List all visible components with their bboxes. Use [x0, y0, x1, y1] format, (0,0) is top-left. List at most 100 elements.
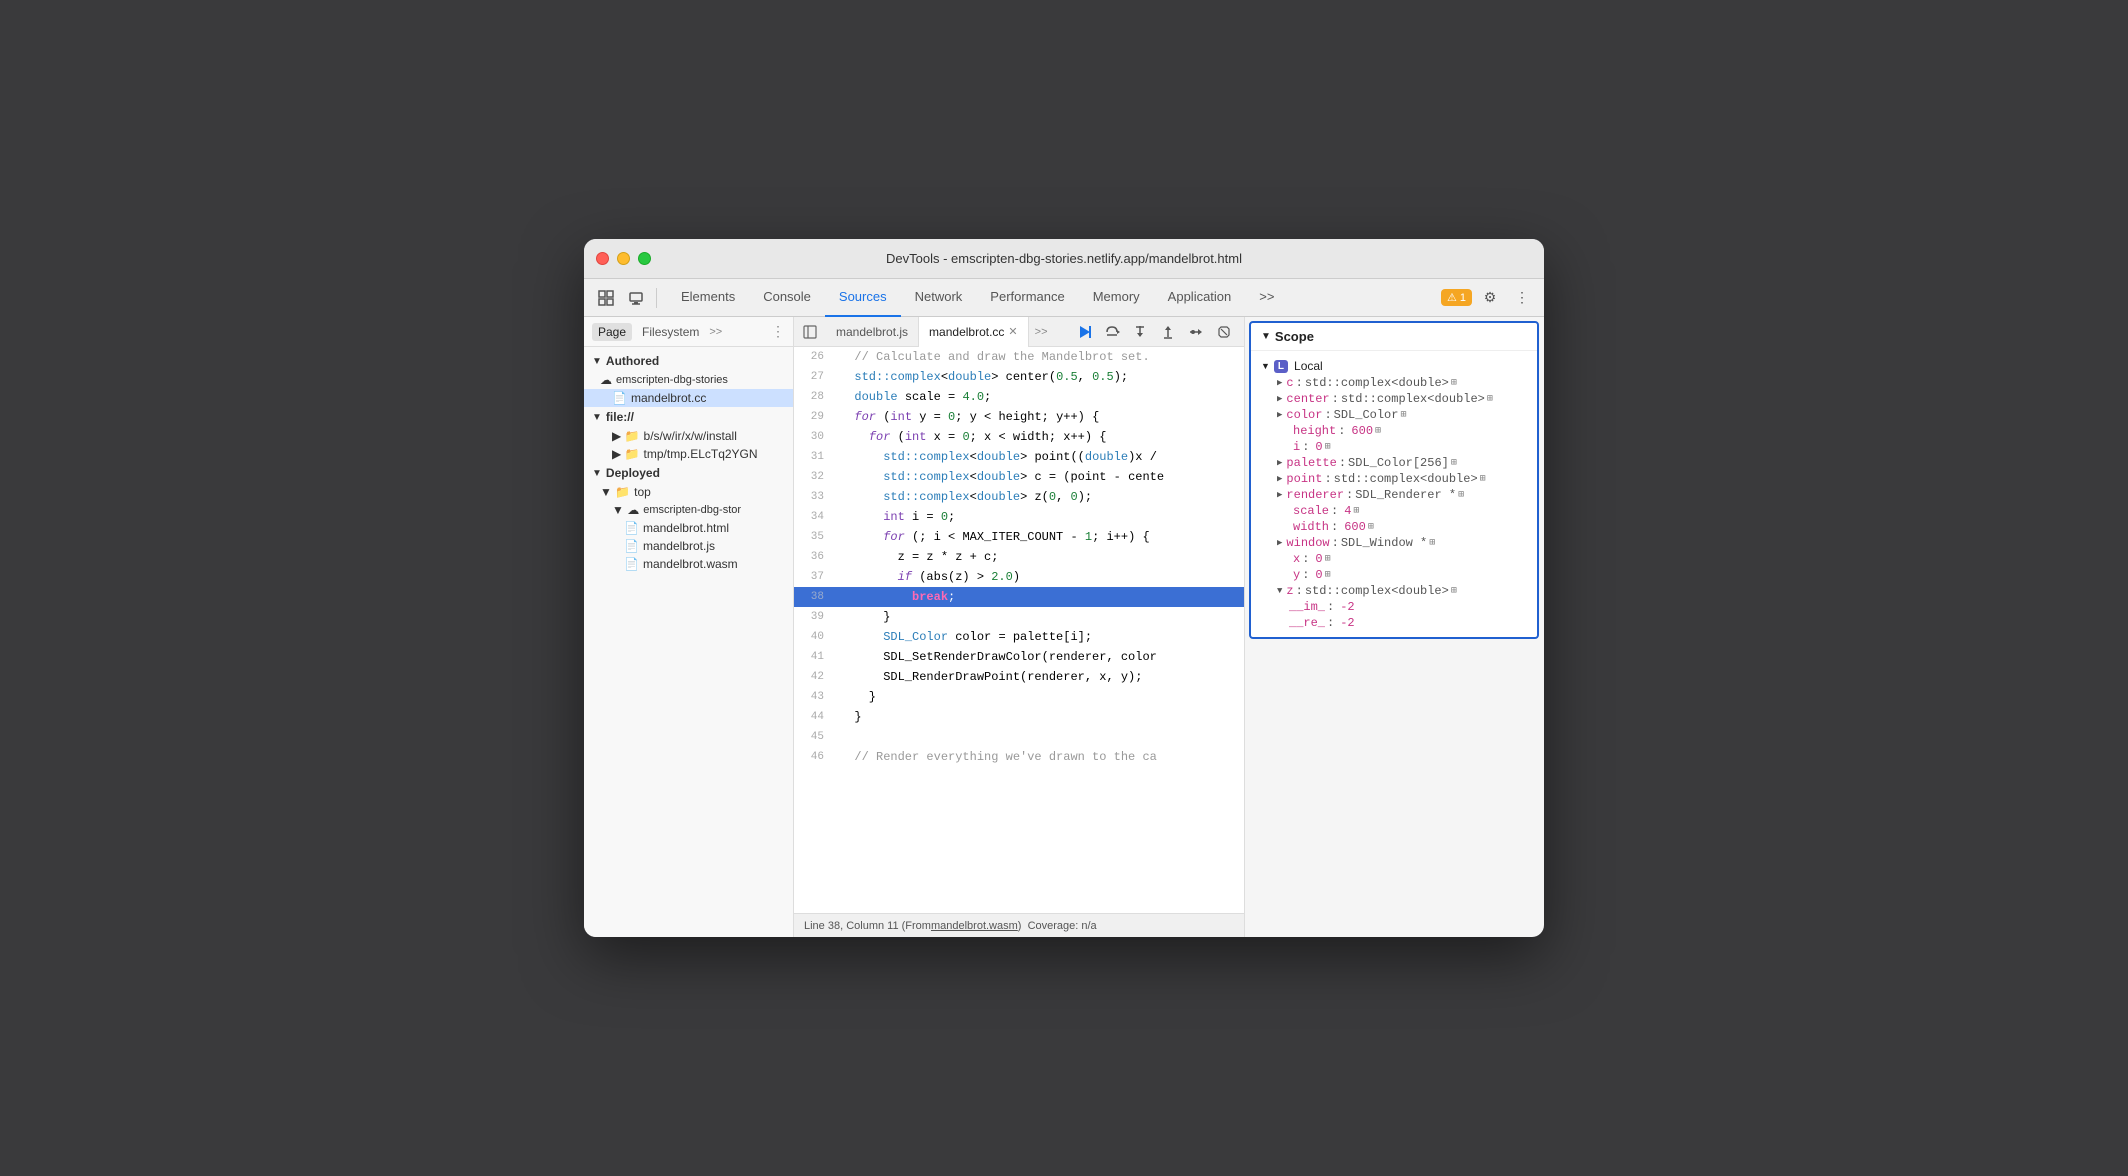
scope-var-x[interactable]: x: 0 ⊞	[1261, 551, 1527, 567]
tree-item-tmp[interactable]: ▶ 📁 tmp/tmp.ELcTq2YGN	[584, 445, 793, 463]
scope-var-y[interactable]: y: 0 ⊞	[1261, 567, 1527, 583]
minimize-button[interactable]	[617, 252, 630, 265]
tree-item-file-scheme[interactable]: ▼ file://	[584, 407, 793, 427]
panel-tab-filesystem[interactable]: Filesystem	[636, 323, 705, 341]
toolbar-right: ⚠ 1 ⚙ ⋮	[1441, 284, 1536, 312]
code-line-26: 26 // Calculate and draw the Mandelbrot …	[794, 347, 1244, 367]
scope-var-point[interactable]: ▶ point: std::complex<double> ⊞	[1261, 471, 1527, 487]
device-icon[interactable]	[622, 284, 650, 312]
scope-var-height[interactable]: height: 600 ⊞	[1261, 423, 1527, 439]
tree-item-emscripten-deployed[interactable]: ▼ ☁ emscripten-dbg-stor	[584, 501, 793, 519]
step-out-button[interactable]	[1156, 320, 1180, 344]
toggle-sidebar-button[interactable]	[796, 318, 824, 346]
scope-var-color[interactable]: ▶ color: SDL_Color ⊞	[1261, 407, 1527, 423]
expand-y-icon: ⊞	[1325, 569, 1331, 581]
expand-x-icon: ⊞	[1325, 553, 1331, 565]
warning-count: 1	[1460, 292, 1466, 304]
panel-tab-more[interactable]: >>	[709, 326, 722, 338]
tmp-label: tmp/tmp.ELcTq2YGN	[644, 447, 758, 461]
scope-var-c[interactable]: ▶ c: std::complex<double> ⊞	[1261, 375, 1527, 391]
scope-local-title[interactable]: ▼ L Local	[1261, 357, 1527, 375]
tree-item-mandelbrot-html[interactable]: 📄 mandelbrot.html	[584, 519, 793, 537]
expand-c-icon: ⊞	[1451, 377, 1457, 389]
expand-height-icon: ⊞	[1375, 425, 1381, 437]
traffic-lights	[596, 252, 651, 265]
section-authored[interactable]: ▼ Authored	[584, 351, 793, 371]
scope-var-z[interactable]: ▼ z: std::complex<double> ⊞	[1261, 583, 1527, 599]
tree-item-top[interactable]: ▼ 📁 top	[584, 483, 793, 501]
code-line-33: 33 std::complex<double> z(0, 0);	[794, 487, 1244, 507]
tree-item-bsw[interactable]: ▶ 📁 b/s/w/ir/x/w/install	[584, 427, 793, 445]
main-toolbar: Elements Console Sources Network Perform…	[584, 279, 1544, 317]
code-tab-more[interactable]: >>	[1029, 326, 1054, 338]
main-tabs: Elements Console Sources Network Perform…	[667, 279, 1288, 317]
tree-item-mandelbrot-cc[interactable]: 📄 mandelbrot.cc	[584, 389, 793, 407]
code-line-37: 37 if (abs(z) > 2.0)	[794, 567, 1244, 587]
tree-item-emscripten-cloud[interactable]: ☁ emscripten-dbg-stories	[584, 371, 793, 389]
tab-console[interactable]: Console	[749, 279, 825, 317]
scope-local-section: ▼ L Local ▶ c: std::complex<double> ⊞	[1251, 355, 1537, 633]
warning-badge[interactable]: ⚠ 1	[1441, 289, 1472, 306]
emscripten-deployed-label: emscripten-dbg-stor	[643, 504, 741, 516]
scope-var-scale[interactable]: scale: 4 ⊞	[1261, 503, 1527, 519]
status-bar: Line 38, Column 11 (From mandelbrot.wasm…	[794, 913, 1244, 937]
status-text: Line 38, Column 11 (From	[804, 920, 931, 932]
tab-network[interactable]: Network	[901, 279, 977, 317]
file-html-icon: 📄	[624, 521, 639, 535]
file-cc-icon: 📄	[612, 391, 627, 405]
deactivate-breakpoints-button[interactable]	[1212, 320, 1236, 344]
right-panel-wrapper: ▼ Scope ▼ L Local ▶ c: st	[1244, 317, 1544, 937]
code-area[interactable]: 26 // Calculate and draw the Mandelbrot …	[794, 347, 1244, 913]
scope-caret: ▼	[1261, 331, 1271, 342]
section-deployed[interactable]: ▼ Deployed	[584, 463, 793, 483]
scope-var-center[interactable]: ▶ center: std::complex<double> ⊞	[1261, 391, 1527, 407]
step-button[interactable]	[1184, 320, 1208, 344]
tab-elements[interactable]: Elements	[667, 279, 749, 317]
tab-application[interactable]: Application	[1154, 279, 1246, 317]
tab-js-label: mandelbrot.js	[836, 325, 908, 339]
panel-more-options[interactable]: ⋮	[771, 323, 785, 340]
settings-icon[interactable]: ⚙	[1476, 284, 1504, 312]
scope-var-z-im[interactable]: __im_: -2	[1261, 599, 1527, 615]
scope-body: ▼ L Local ▶ c: std::complex<double> ⊞	[1251, 351, 1537, 637]
code-tab-mandelbrot-cc[interactable]: mandelbrot.cc ✕	[919, 317, 1029, 347]
tree-item-mandelbrot-js[interactable]: 📄 mandelbrot.js	[584, 537, 793, 555]
tab-memory[interactable]: Memory	[1079, 279, 1154, 317]
scope-var-palette[interactable]: ▶ palette: SDL_Color[256] ⊞	[1261, 455, 1527, 471]
maximize-button[interactable]	[638, 252, 651, 265]
scope-var-z-re[interactable]: __re_: -2	[1261, 615, 1527, 631]
tab-more[interactable]: >>	[1245, 279, 1288, 317]
tab-sources[interactable]: Sources	[825, 279, 901, 317]
expand-center-icon: ⊞	[1487, 393, 1493, 405]
inspect-icon[interactable]	[592, 284, 620, 312]
folder-top-icon: ▼ 📁	[600, 485, 630, 499]
step-into-button[interactable]	[1128, 320, 1152, 344]
close-button[interactable]	[596, 252, 609, 265]
status-wasm-link[interactable]: mandelbrot.wasm	[931, 920, 1018, 932]
tab-performance[interactable]: Performance	[976, 279, 1078, 317]
code-tab-mandelbrot-js[interactable]: mandelbrot.js	[826, 317, 919, 347]
toolbar-separator	[656, 288, 657, 308]
scope-var-i[interactable]: i: 0 ⊞	[1261, 439, 1527, 455]
code-line-36: 36 z = z * z + c;	[794, 547, 1244, 567]
close-tab-icon[interactable]: ✕	[1008, 325, 1017, 338]
tab-cc-label: mandelbrot.cc	[929, 325, 1004, 339]
resume-button[interactable]	[1072, 320, 1096, 344]
folder-bsw-icon: ▶ 📁	[612, 429, 640, 443]
mandelbrot-js-label: mandelbrot.js	[643, 539, 715, 553]
local-label: Local	[1294, 359, 1323, 373]
panel-tabs: Page Filesystem >> ⋮	[584, 317, 793, 347]
code-line-41: 41 SDL_SetRenderDrawColor(renderer, colo…	[794, 647, 1244, 667]
panel-tab-page[interactable]: Page	[592, 323, 632, 341]
scope-var-width[interactable]: width: 600 ⊞	[1261, 519, 1527, 535]
more-options-icon[interactable]: ⋮	[1508, 284, 1536, 312]
mandelbrot-cc-label: mandelbrot.cc	[631, 391, 706, 405]
step-over-button[interactable]	[1100, 320, 1124, 344]
code-line-34: 34 int i = 0;	[794, 507, 1244, 527]
expand-scale-icon: ⊞	[1353, 505, 1359, 517]
tree-item-mandelbrot-wasm[interactable]: 📄 mandelbrot.wasm	[584, 555, 793, 573]
cloud-deployed-icon: ▼ ☁	[612, 503, 639, 517]
code-line-28: 28 double scale = 4.0;	[794, 387, 1244, 407]
scope-var-renderer[interactable]: ▶ renderer: SDL_Renderer * ⊞	[1261, 487, 1527, 503]
scope-var-window[interactable]: ▶ window: SDL_Window * ⊞	[1261, 535, 1527, 551]
